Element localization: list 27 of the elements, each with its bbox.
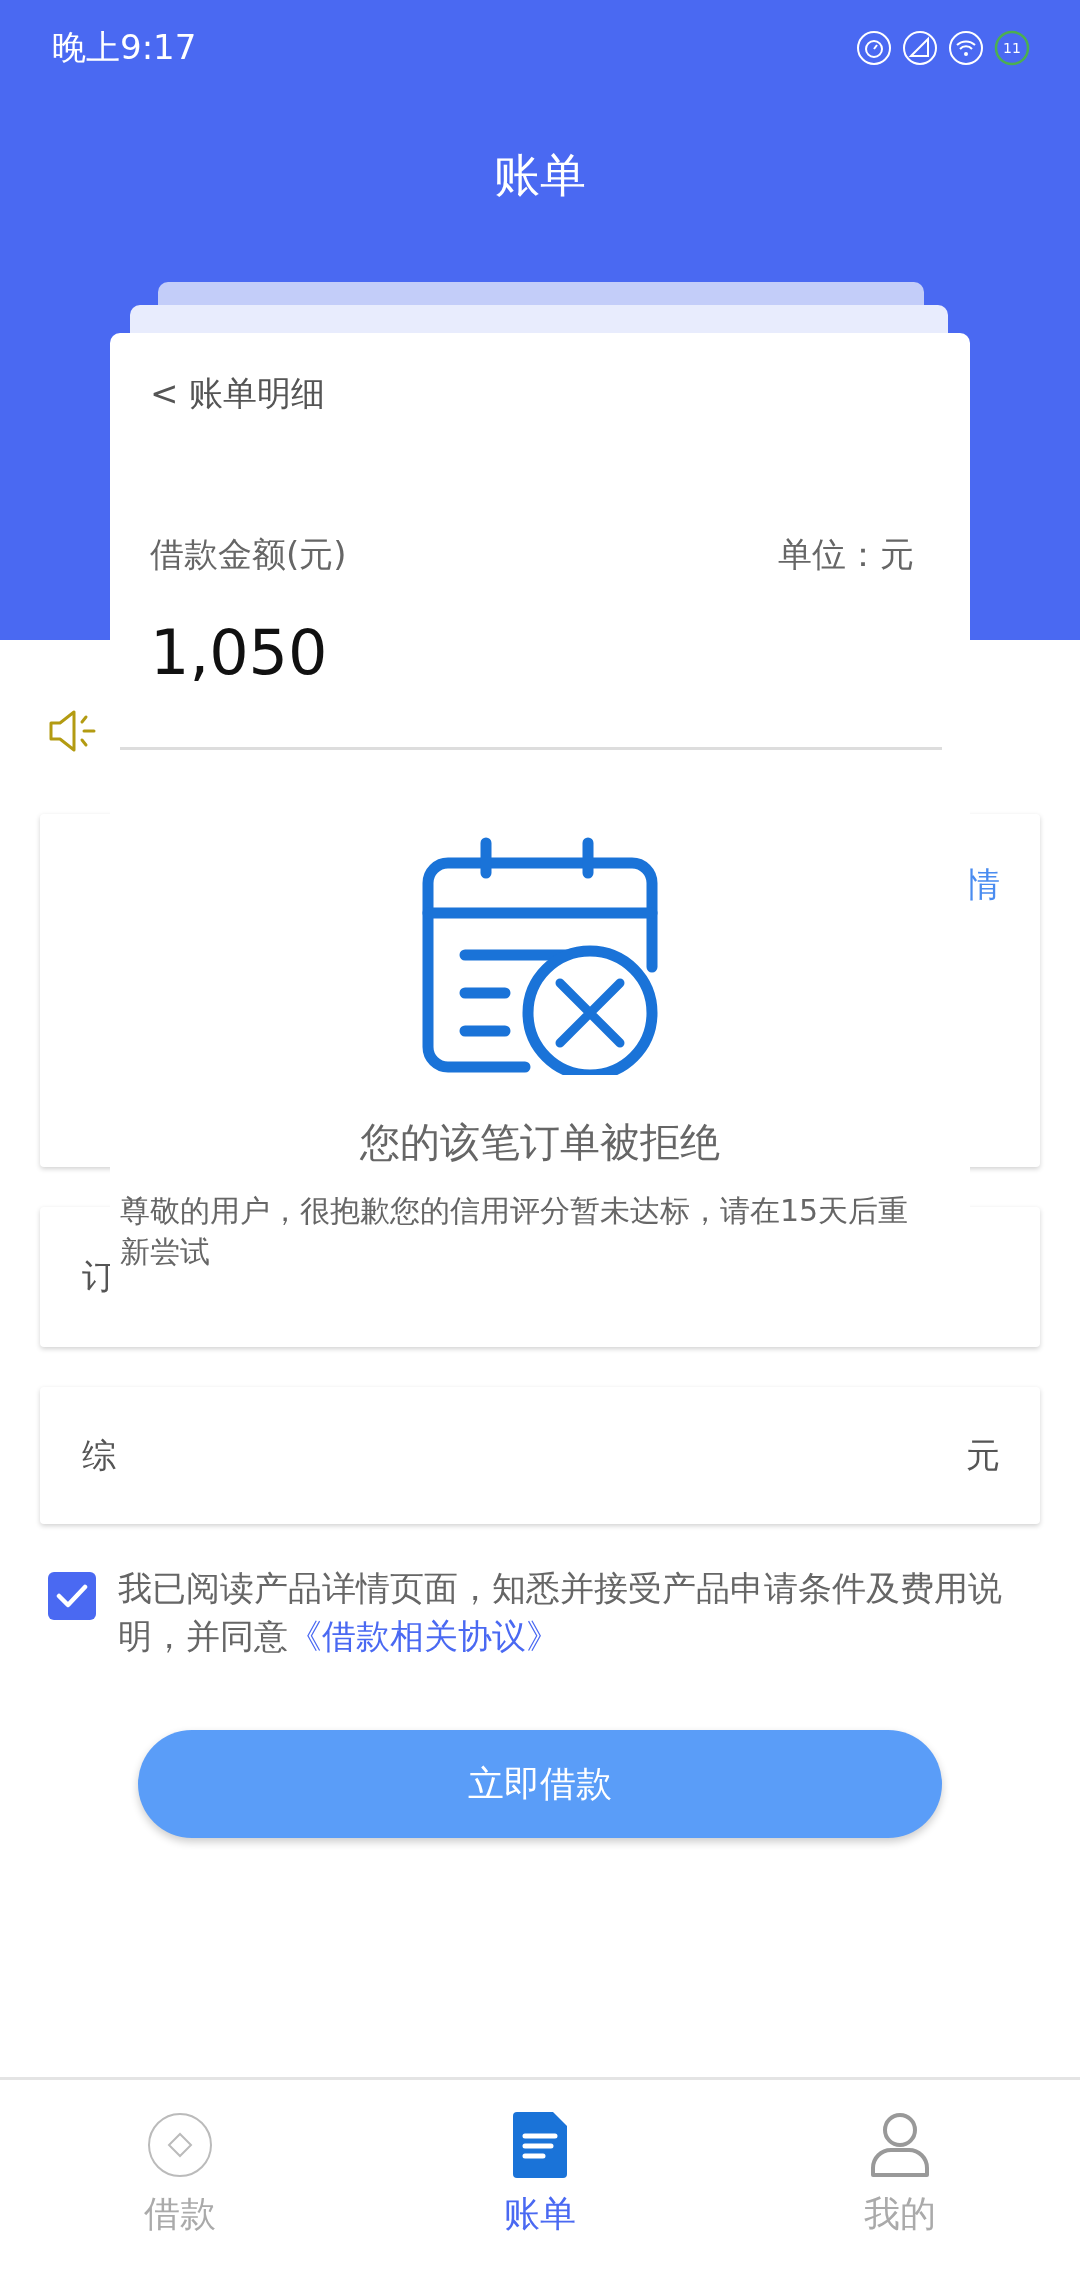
status-time: 晚上9:17 <box>52 25 197 69</box>
amount-value: 1,050 <box>150 616 329 689</box>
battery-icon: 11 <box>994 29 1030 66</box>
speaker-icon <box>48 708 98 754</box>
nav-tab[interactable]: 借款 <box>0 2080 360 2280</box>
unit-label: 单位：元 <box>778 533 914 576</box>
person-icon <box>870 2112 930 2178</box>
wifi-icon <box>948 29 984 66</box>
rejection-title: 您的该笔订单被拒绝 <box>360 1118 720 1167</box>
nav-tab[interactable]: 我的 <box>720 2080 1080 2280</box>
alarm-icon <box>856 29 892 66</box>
rejection-message: 尊敬的用户，很抱歉您的信用评分暂未达标，请在15天后重新尝试 <box>120 1192 910 1271</box>
signal-icon <box>902 29 938 66</box>
agreement-text: 我已阅读产品详情页面，知悉并接受产品申请条件及费用说明，并同意《借款相关协议》 <box>118 1567 1003 1658</box>
page-title: 账单 <box>493 147 587 204</box>
nav-tab[interactable]: 账单 <box>360 2080 720 2280</box>
agreement-link[interactable]: 《借款相关协议》 <box>288 1616 560 1656</box>
back-link[interactable]: < 账单明细 <box>150 371 970 417</box>
calendar-cross-icon <box>420 835 660 1075</box>
card-value: 元 <box>966 1433 1000 1477</box>
diamond-coin-icon <box>147 2112 213 2178</box>
document-icon <box>513 2112 567 2178</box>
check-icon <box>56 1583 88 1609</box>
agree-checkbox[interactable] <box>48 1572 96 1620</box>
borrow-button[interactable]: 立即借款 <box>138 1730 942 1838</box>
amount-label: 借款金额(元) <box>150 533 347 576</box>
card-label: 综 <box>82 1433 116 1477</box>
